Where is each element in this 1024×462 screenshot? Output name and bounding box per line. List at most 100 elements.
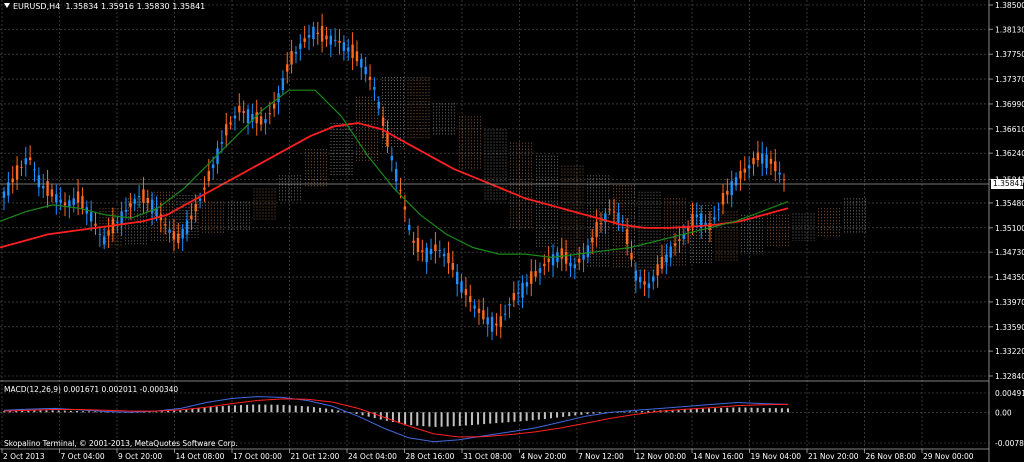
time-tick-label: 7 Oct 04:00 (61, 452, 105, 461)
candle-body (521, 282, 524, 298)
macd-histogram-bar (428, 412, 431, 427)
candle-body (233, 115, 237, 119)
candle-body (185, 220, 189, 234)
candle-body (272, 103, 276, 109)
candle-body (782, 179, 786, 181)
candle-body (455, 271, 459, 285)
candle-body (320, 26, 324, 42)
chart-menu-icon[interactable] (4, 3, 10, 8)
candle-body (24, 158, 27, 165)
macd-histogram-bar (774, 408, 777, 413)
candle-body (503, 313, 507, 315)
candle-body (469, 296, 472, 302)
candle-body (530, 271, 533, 284)
time-tick-label: 28 Oct 16:00 (406, 452, 455, 461)
macd-histogram-bar (21, 410, 24, 413)
macd-histogram-bar (622, 411, 625, 413)
candle-body (229, 122, 232, 125)
candle-body (203, 187, 206, 190)
candle-body (695, 214, 699, 217)
time-tick-label: 14 Nov 16:00 (693, 452, 744, 461)
candle-body (569, 262, 572, 267)
candle-body (28, 157, 32, 161)
time-tick-label: 31 Oct 08:00 (463, 452, 512, 461)
candle-body (264, 119, 267, 124)
candle-body (412, 240, 415, 243)
macd-histogram-bar (726, 407, 729, 413)
macd-histogram-bar (489, 412, 492, 424)
candle-body (377, 101, 380, 109)
macd-histogram-bar (385, 412, 388, 421)
macd-histogram-bar (240, 405, 243, 413)
macd-histogram-bar (252, 404, 255, 413)
candle-body (307, 34, 311, 38)
macd-histogram-bar (562, 412, 565, 417)
macd-histogram-bar (586, 412, 589, 415)
macd-histogram-bar (154, 411, 157, 413)
candle-body (756, 152, 760, 161)
macd-histogram-bar (294, 405, 297, 413)
candle-body (416, 237, 420, 252)
candle-body (325, 35, 328, 40)
macd-histogram-bar (69, 410, 72, 413)
candle-body (164, 224, 167, 226)
candle-body (360, 58, 363, 68)
macd-histogram-bar (300, 406, 303, 413)
macd-histogram-bar (531, 412, 534, 421)
macd-histogram-bar (51, 410, 54, 413)
candle-body (669, 246, 672, 258)
candle-body (55, 194, 58, 203)
candle-body (421, 250, 424, 252)
price-tick-label: 1.33970 (995, 298, 1024, 307)
candle-body (726, 190, 729, 195)
macd-histogram-bar (635, 411, 638, 413)
candle-body (399, 189, 402, 191)
time-tick-label: 21 Oct 12:00 (291, 452, 340, 461)
candle-body (778, 172, 781, 175)
macd-histogram-bar (720, 408, 723, 413)
macd-histogram-bar (513, 412, 516, 422)
macd-histogram-bar (452, 412, 455, 427)
macd-histogram-bar (768, 408, 771, 413)
macd-histogram-bar (750, 407, 753, 413)
macd-histogram-bar (398, 412, 401, 424)
macd-histogram-bar (689, 409, 692, 413)
candle-body (608, 209, 611, 211)
candle-body (294, 51, 298, 54)
candle-body (612, 211, 616, 213)
macd-histogram-bar (27, 410, 30, 413)
candle-body (211, 164, 215, 169)
candle-body (347, 47, 350, 52)
candle-body (33, 169, 36, 171)
candle-body (194, 203, 197, 212)
candle-body (299, 43, 302, 49)
candle-body (338, 40, 341, 43)
candle-body (76, 191, 80, 203)
macd-histogram-bar (537, 412, 540, 420)
candle-body (617, 212, 620, 223)
candle-body (81, 196, 84, 209)
candle-body (15, 165, 19, 180)
macd-histogram-bar (197, 408, 200, 413)
macd-histogram-bar (647, 410, 650, 413)
macd-axis-label: -0.007831 (995, 439, 1024, 448)
macd-histogram-bar (470, 412, 473, 426)
candle-body (268, 113, 272, 115)
macd-histogram-bar (343, 411, 346, 413)
candle-body (124, 209, 128, 212)
candle-body (673, 243, 677, 246)
candle-body (94, 223, 97, 226)
candle-body (586, 245, 590, 258)
macd-histogram-bar (282, 404, 285, 413)
candle-body (495, 323, 498, 326)
macd-histogram-bar (580, 412, 583, 415)
candle-body (59, 199, 62, 203)
macd-histogram-bar (762, 407, 765, 413)
macd-histogram-bar (319, 407, 322, 413)
price-tick-label: 1.38500 (995, 1, 1024, 10)
candle-body (774, 161, 777, 172)
symbol-timeframe: EURUSD,H4 (13, 2, 61, 11)
candle-body (438, 249, 441, 251)
candle-body (255, 112, 258, 124)
candle-body (146, 198, 149, 204)
